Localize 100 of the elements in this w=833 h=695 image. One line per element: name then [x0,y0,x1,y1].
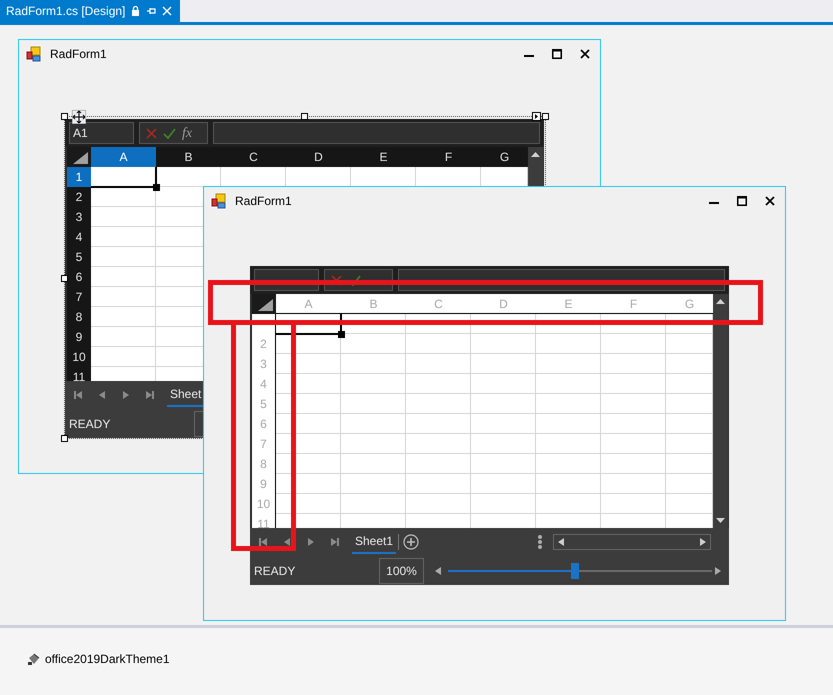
cell[interactable] [406,394,471,414]
maximize-icon[interactable] [737,196,747,206]
cell[interactable] [471,414,536,434]
cell[interactable] [471,334,536,354]
resize-handle[interactable] [301,113,308,120]
cell[interactable] [536,514,601,528]
cell[interactable] [471,394,536,414]
cell[interactable] [276,414,341,434]
cell[interactable] [666,374,713,394]
resize-handle[interactable] [61,275,68,282]
cell[interactable] [536,494,601,514]
column-header[interactable]: G [481,147,528,167]
cell[interactable] [471,354,536,374]
smart-tag-icon[interactable] [532,112,541,121]
cell[interactable] [91,247,156,267]
function-label[interactable]: fx [182,122,192,144]
previous-icon[interactable] [97,390,107,400]
cell[interactable] [471,494,536,514]
cell[interactable] [601,394,666,414]
previous-icon[interactable] [282,537,292,547]
cell[interactable] [406,354,471,374]
cell[interactable] [406,414,471,434]
cell[interactable] [406,514,471,528]
resize-handle[interactable] [61,113,68,120]
cell[interactable] [406,374,471,394]
column-header[interactable]: D [286,147,351,167]
cell[interactable] [341,334,406,354]
cell[interactable] [666,514,713,528]
cell[interactable] [406,474,471,494]
zoom-slider[interactable] [448,562,712,578]
column-header[interactable]: F [416,147,481,167]
cell[interactable] [341,454,406,474]
row-header[interactable]: 8 [67,307,91,327]
fill-handle[interactable] [338,331,345,338]
cell[interactable] [536,474,601,494]
cell[interactable] [406,494,471,514]
cell[interactable] [91,307,156,327]
cell[interactable] [601,354,666,374]
cell[interactable] [416,167,481,187]
zoom-box[interactable]: 100% [379,558,424,584]
cell[interactable] [666,334,713,354]
cell[interactable] [276,514,341,528]
cell[interactable] [276,394,341,414]
last-icon[interactable] [330,537,340,547]
cell[interactable] [471,514,536,528]
add-sheet-icon[interactable] [403,534,420,550]
more-icon[interactable] [537,534,543,550]
row-header[interactable]: 9 [67,327,91,347]
cell[interactable] [221,167,286,187]
row-header[interactable]: 5 [67,247,91,267]
cell[interactable] [601,474,666,494]
move-icon[interactable] [72,110,86,124]
row-header[interactable]: 11 [67,367,91,381]
cell[interactable] [666,414,713,434]
cell[interactable] [91,207,156,227]
pin-icon[interactable] [146,6,156,16]
column-header[interactable]: C [221,147,286,167]
cell[interactable] [666,474,713,494]
cell[interactable] [601,454,666,474]
cell[interactable] [601,414,666,434]
cell[interactable] [471,474,536,494]
close-icon[interactable] [580,49,590,59]
formula-field[interactable] [213,122,540,144]
row-header[interactable]: 4 [67,227,91,247]
cell[interactable] [91,227,156,247]
document-tab[interactable]: RadForm1.cs [Design] [0,0,180,22]
cell[interactable] [276,434,341,454]
cell[interactable] [536,414,601,434]
vertical-scrollbar[interactable] [713,294,728,528]
next-icon[interactable] [306,537,316,547]
cell[interactable] [276,474,341,494]
column-header[interactable]: E [351,147,416,167]
cell[interactable] [276,374,341,394]
cell[interactable] [341,494,406,514]
cell[interactable] [536,394,601,414]
sheet-tab[interactable]: Sheet1 [352,530,396,554]
cancel-icon[interactable] [146,128,157,138]
row-header[interactable]: 3 [67,207,91,227]
cell[interactable] [666,434,713,454]
check-icon[interactable] [163,128,176,138]
cell[interactable] [341,374,406,394]
cell[interactable] [536,374,601,394]
cell[interactable] [91,327,156,347]
first-icon[interactable] [73,390,83,400]
cell[interactable] [91,347,156,367]
cell[interactable] [666,494,713,514]
close-icon[interactable] [765,196,775,206]
cell[interactable] [341,394,406,414]
cell[interactable] [276,354,341,374]
last-icon[interactable] [145,390,155,400]
cell[interactable] [601,334,666,354]
cell[interactable] [276,454,341,474]
fill-handle[interactable] [153,184,160,191]
horizontal-scrollbar[interactable] [553,534,711,550]
cell[interactable] [666,354,713,374]
cell[interactable] [471,374,536,394]
cell[interactable] [341,414,406,434]
zoom-out-icon[interactable] [434,566,442,576]
cell[interactable] [471,434,536,454]
row-header[interactable]: 1 [67,167,91,187]
